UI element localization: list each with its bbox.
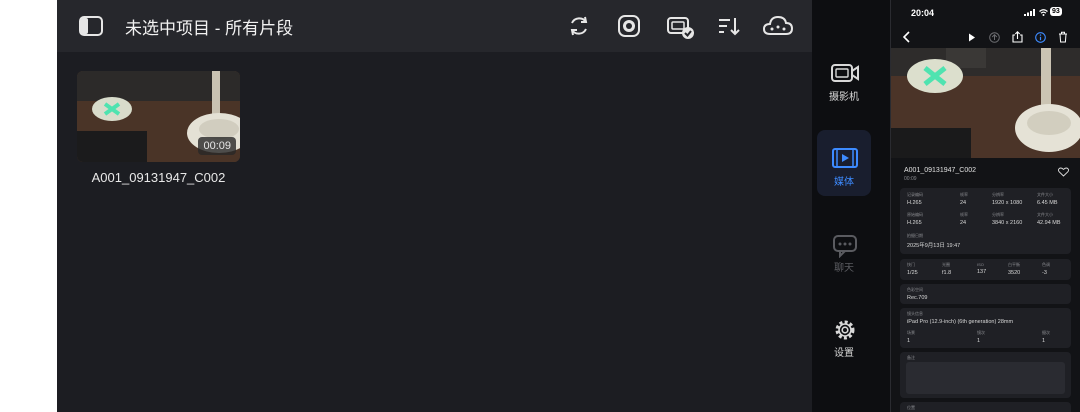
heart-icon[interactable] <box>1058 167 1069 177</box>
rail-label-media: 媒体 <box>834 177 854 188</box>
back-icon[interactable] <box>903 31 911 43</box>
info-field: 分辨率 1920 x 1080 <box>992 192 1023 206</box>
info-field: 帧率 24 <box>960 192 968 206</box>
clip-thumbnail[interactable]: 00:09 <box>77 71 240 162</box>
info-field: 色彩空间 Rec.709 <box>907 287 928 301</box>
codec-info-card: 记录编码 H.265 帧率 24 分辨率 1920 x 1080 文件大小 6.45 M… <box>900 188 1071 254</box>
chat-icon <box>833 235 857 258</box>
notes-label: 备注 <box>907 355 915 360</box>
clip-name: A001_09131947_C002 <box>91 170 226 185</box>
info-field: 色调 -3 <box>1042 262 1050 276</box>
location-card: 位置 <box>900 402 1071 412</box>
rail-item-settings[interactable]: 设置 <box>817 310 871 376</box>
rail-label-camera: 摄影机 <box>829 92 859 103</box>
info-field: 分辨率 3840 x 2160 <box>992 212 1023 226</box>
preview-picture <box>891 48 1080 158</box>
info-field: ISO 137 <box>977 262 987 275</box>
sort-icon[interactable] <box>715 12 743 40</box>
info-field: 帧率 24 <box>960 212 968 226</box>
info-field: 场景 1 <box>907 330 915 344</box>
phone-clip-duration: 00:09 <box>904 176 917 182</box>
page-title: 未选中项目 - 所有片段 <box>125 19 294 38</box>
refresh-icon[interactable] <box>565 12 593 40</box>
trash-icon[interactable] <box>1058 31 1068 43</box>
rail-item-media[interactable]: 媒体 <box>817 130 871 196</box>
rail-label-chat: 聊天 <box>834 263 854 274</box>
info-icon[interactable] <box>1035 32 1046 43</box>
top-bar: 未选中项目 - 所有片段 <box>57 0 812 52</box>
camera-check-icon[interactable] <box>665 12 697 40</box>
wifi-icon <box>1039 9 1048 16</box>
gear-icon <box>835 320 855 340</box>
notes-card: 备注 <box>900 352 1071 398</box>
info-field: 文件大小 6.45 MB <box>1037 192 1058 206</box>
color-space-card: 色彩空间 Rec.709 <box>900 284 1071 304</box>
info-field: 镜头信息 iPad Pro (12.9-inch) (6th generation… <box>907 311 1014 325</box>
clip-duration-badge: 00:09 <box>198 137 236 155</box>
phone-screen: 20:04 93 A001_09131947_C002 00:09 记录编码 H… <box>890 0 1080 412</box>
info-field: 文件大小 42.94 MB <box>1037 212 1061 226</box>
sidebar-icon[interactable] <box>77 12 105 40</box>
signal-icon <box>1024 9 1035 16</box>
info-field: 光圈 f1.8 <box>942 262 952 276</box>
share-icon[interactable] <box>1012 31 1023 43</box>
status-time: 20:04 <box>911 8 935 18</box>
location-label: 位置 <box>907 405 915 410</box>
info-field: 摄次 1 <box>1042 330 1050 344</box>
info-field: 快门 1/25 <box>907 262 918 276</box>
rail-item-camera[interactable]: 摄影机 <box>817 56 871 122</box>
rail-item-chat[interactable]: 聊天 <box>817 226 871 292</box>
side-rail: 摄影机 媒体 聊天 设置 <box>812 0 890 412</box>
info-field: 记录编码 H.265 <box>907 192 923 206</box>
upload-icon[interactable] <box>989 32 1000 43</box>
battery-indicator: 93 <box>1050 7 1062 16</box>
play-icon[interactable] <box>968 33 976 42</box>
ipad-app: 未选中项目 - 所有片段 00:09 A001_09131947_C002 <box>57 0 812 412</box>
date-field: 拍摄日期 2025年9月13日 19:47 <box>907 233 961 249</box>
phone-clip-name: A001_09131947_C002 <box>904 167 977 174</box>
aperture-icon[interactable] <box>615 12 643 40</box>
notes-input[interactable] <box>906 362 1065 394</box>
cloud-icon[interactable] <box>761 12 795 40</box>
info-field: 原始编码 H.265 <box>907 212 923 226</box>
media-icon <box>832 148 858 168</box>
rail-label-settings: 设置 <box>834 348 854 359</box>
lens-info-card: 镜头信息 iPad Pro (12.9-inch) (6th generation… <box>900 308 1071 348</box>
info-field: 镜次 1 <box>977 330 985 344</box>
phone-nav-bar <box>891 26 1080 48</box>
info-field: 白平衡 3520 <box>1008 262 1021 276</box>
preview-image[interactable] <box>891 48 1080 158</box>
camera-icon <box>831 64 859 82</box>
exposure-info-card: 快门 1/25 光圈 f1.8 ISO 137 白平衡 3520 色调 -3 <box>900 259 1071 280</box>
status-bar: 20:04 93 <box>891 0 1080 24</box>
